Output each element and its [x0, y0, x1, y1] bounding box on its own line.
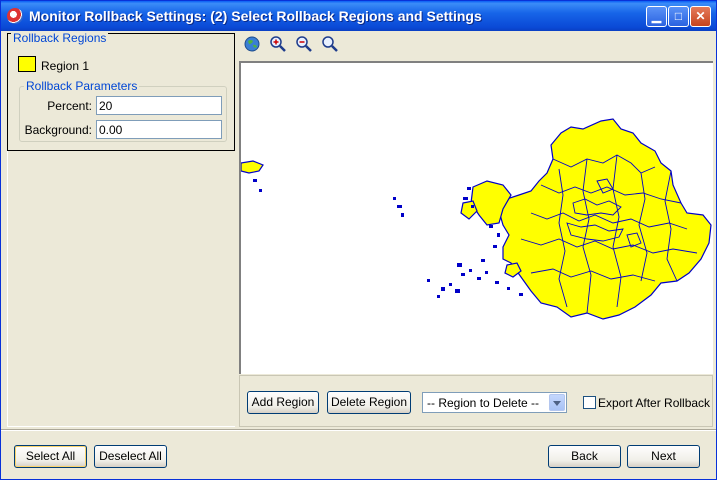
title-bar: Monitor Rollback Settings: (2) Select Ro… [1, 1, 716, 31]
close-button[interactable]: ✕ [690, 6, 711, 27]
map-region [240, 160, 264, 174]
map-region [504, 262, 522, 278]
percent-input[interactable] [96, 96, 222, 115]
delete-region-button[interactable]: Delete Region [327, 391, 411, 414]
deselect-all-button[interactable]: Deselect All [94, 445, 167, 468]
rollback-regions-panel: Rollback Regions Region 1 Rollback Param… [7, 31, 235, 151]
rollback-regions-title: Rollback Regions [11, 31, 109, 45]
region-label[interactable]: Region 1 [41, 59, 89, 73]
zoom-icon[interactable] [321, 35, 339, 53]
region-to-delete-value: -- Region to Delete -- [427, 396, 540, 410]
maximize-button[interactable]: □ [668, 6, 689, 27]
select-all-button[interactable]: Select All [14, 445, 87, 468]
background-label: Background: [24, 123, 92, 137]
rollback-parameters-title: Rollback Parameters [24, 79, 140, 93]
region-color-swatch[interactable] [18, 56, 36, 72]
add-region-button[interactable]: Add Region [247, 391, 319, 414]
percent-label: Percent: [47, 99, 92, 113]
map-canvas[interactable] [239, 61, 713, 374]
chevron-down-icon[interactable] [549, 394, 565, 411]
close-icon: ✕ [695, 9, 706, 23]
export-after-rollback-checkbox[interactable] [583, 396, 596, 409]
region-to-delete-select[interactable]: -- Region to Delete -- [422, 392, 567, 413]
export-after-rollback-label[interactable]: Export After Rollback [598, 396, 710, 410]
rollback-parameters-group: Rollback Parameters Percent: Background: [19, 79, 227, 142]
minimize-button[interactable]: ▁ [646, 6, 667, 27]
minimize-icon: ▁ [651, 9, 662, 23]
map-region [460, 200, 478, 220]
window-title: Monitor Rollback Settings: (2) Select Ro… [29, 8, 482, 24]
rollback-settings-window: Monitor Rollback Settings: (2) Select Ro… [0, 0, 717, 480]
region-map [240, 118, 712, 320]
left-panel-empty-area [7, 151, 235, 427]
zoom-out-icon[interactable] [295, 35, 313, 53]
zoom-in-icon[interactable] [269, 35, 287, 53]
background-input[interactable] [96, 120, 222, 139]
app-icon [7, 8, 23, 24]
next-button[interactable]: Next [627, 445, 700, 468]
footer-divider-highlight [1, 430, 716, 431]
maximize-icon: □ [674, 9, 683, 23]
back-button[interactable]: Back [548, 445, 621, 468]
globe-icon[interactable] [243, 35, 261, 53]
